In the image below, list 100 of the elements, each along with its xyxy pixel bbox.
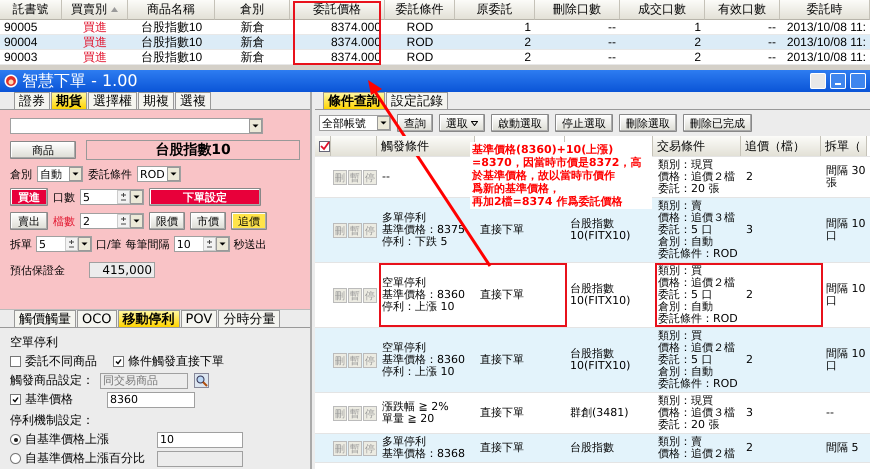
- column-header[interactable]: 交易條件: [653, 136, 741, 156]
- trigger-condition-text: 漲跌幅 ≧ 2% 單量 ≧ 20: [382, 401, 450, 425]
- tab[interactable]: 證券: [14, 92, 50, 109]
- minimize-icon[interactable]: [830, 73, 846, 89]
- checkbox-label: 委託不同商品: [25, 353, 97, 370]
- column-header[interactable]: 刪除口數: [535, 0, 620, 20]
- column-header[interactable]: 成交口數: [620, 0, 705, 20]
- select-all-checkbox[interactable]: [319, 140, 330, 152]
- order-method-text: 直接下單: [480, 407, 525, 419]
- table-cell: 新倉: [215, 50, 290, 65]
- caret-icon: [471, 120, 478, 126]
- option-value-field[interactable]: 10: [157, 432, 243, 448]
- checkbox[interactable]: [10, 356, 21, 367]
- margin-field: 415,000: [89, 262, 155, 278]
- annotation-text: 基準價格(8360)+10(上漲): [472, 143, 614, 156]
- table-cell: 1: [620, 20, 705, 35]
- field-label: 口數: [53, 190, 75, 204]
- annotation-text: 再加2檔=8374 作爲委託價格: [472, 195, 624, 208]
- radio-label: 自基準價格上漲: [25, 431, 110, 448]
- table-cell: 台股指數10: [128, 20, 215, 35]
- toolbar-button[interactable]: 查詢: [397, 114, 433, 132]
- ticks-field[interactable]: 2: [80, 213, 144, 229]
- order-method-text: 直接下單: [480, 289, 525, 301]
- column-header[interactable]: 追價（檔）: [741, 136, 821, 156]
- trigger-product-field[interactable]: 同交易商品: [100, 372, 188, 388]
- maximize-icon[interactable]: [850, 73, 866, 89]
- radio-button[interactable]: [10, 453, 21, 464]
- tab[interactable]: 期貨: [51, 92, 87, 109]
- checkbox[interactable]: [10, 394, 21, 405]
- price-type-button[interactable]: 限價: [149, 212, 185, 230]
- column-header[interactable]: 倉別: [215, 0, 290, 20]
- split-text: 間隔 30 張: [826, 165, 866, 189]
- quantity-field[interactable]: 5: [80, 189, 144, 205]
- split-field[interactable]: 5: [36, 236, 92, 252]
- price-type-button[interactable]: 追價: [231, 212, 267, 230]
- interval-field[interactable]: 10: [174, 236, 230, 252]
- spinner-icon[interactable]: [202, 237, 216, 251]
- table-cell: 2013/10/08 11:: [780, 35, 870, 50]
- tab[interactable]: 移動停利: [118, 310, 180, 327]
- column-header[interactable]: 託書號: [0, 0, 62, 20]
- spinner-icon[interactable]: [117, 214, 130, 228]
- tab[interactable]: OCO: [77, 310, 117, 327]
- toolbar-button[interactable]: 刪除已完成: [683, 114, 752, 132]
- toolbar-button[interactable]: 停止選取: [555, 114, 613, 132]
- trigger-condition-text: 空單停利 基準價格：8360 停利：上漲 10: [382, 277, 466, 313]
- section-title: 空單停利: [10, 334, 59, 351]
- column-header[interactable]: 買賣別: [62, 0, 128, 20]
- tab[interactable]: 設定記錄: [386, 92, 448, 109]
- column-header[interactable]: 拆單（: [821, 136, 867, 156]
- position-dropdown[interactable]: 自動: [37, 166, 83, 182]
- split-text: --: [826, 407, 835, 419]
- toolbar-button[interactable]: 選取: [439, 114, 485, 132]
- order-method-text: 直接下單: [480, 442, 525, 454]
- account-filter-dropdown[interactable]: 全部帳號: [319, 115, 391, 131]
- window-title: 智慧下單 - 1.00: [22, 70, 138, 92]
- checkbox[interactable]: [113, 356, 124, 367]
- order-method-text: 直接下單: [480, 354, 525, 366]
- search-icon[interactable]: [194, 373, 209, 388]
- tab[interactable]: 觸價觸量: [14, 310, 76, 327]
- option-value-field[interactable]: [157, 450, 243, 466]
- table-cell: ROD: [385, 20, 455, 35]
- tab[interactable]: 選擇權: [88, 92, 137, 109]
- chase-ticks-text: 2: [746, 289, 754, 301]
- tab[interactable]: 期複: [138, 92, 174, 109]
- table-cell: 2: [455, 50, 535, 65]
- trade-condition-text: 類別：買 價格：追價２檔 委託：5 口 倉別：自動 委託條件：ROD: [658, 265, 739, 325]
- product-button[interactable]: 商品: [10, 141, 76, 159]
- column-header[interactable]: 原委託: [455, 0, 535, 20]
- table-cell: 90004: [0, 35, 62, 50]
- spinner-icon[interactable]: [117, 190, 130, 204]
- spinner-icon[interactable]: [65, 237, 78, 251]
- order-settings-button[interactable]: 下單設定: [149, 188, 261, 206]
- tab[interactable]: 選複: [175, 92, 211, 109]
- trigger-condition-text: 多單停利 基準價格：8375 停利：下跌 5: [382, 212, 466, 248]
- column-header[interactable]: 有效口數: [705, 0, 780, 20]
- chase-ticks-text: 3: [746, 407, 754, 419]
- checkbox-label: 條件觸發直接下單: [128, 353, 224, 370]
- table-cell: 新倉: [215, 20, 290, 35]
- tab[interactable]: POV: [180, 310, 218, 327]
- trade-condition-text: 類別：賣 價格：追價３檔 委託：5 口 倉別：自動 委託條件：ROD: [658, 200, 739, 260]
- table-cell: 台股指數10: [128, 50, 215, 65]
- table-cell: 2: [455, 35, 535, 50]
- side-button[interactable]: 賣出: [10, 212, 48, 230]
- column-header[interactable]: [315, 136, 331, 156]
- toolbar-button[interactable]: 啟動選取: [491, 114, 549, 132]
- condition-dropdown[interactable]: ROD: [137, 166, 181, 182]
- chase-ticks-text: 2: [746, 171, 754, 183]
- table-cell: ROD: [385, 35, 455, 50]
- tab[interactable]: 分時分量: [218, 310, 280, 327]
- toolbar-button[interactable]: 刪除選取: [619, 114, 677, 132]
- product-text: 台股指數 10(FITX10): [570, 283, 632, 307]
- product-text: 台股指數 10(FITX10): [570, 218, 632, 242]
- column-header[interactable]: 委託條件: [385, 0, 455, 20]
- price-type-button[interactable]: 市價: [190, 212, 226, 230]
- column-header[interactable]: 商品名稱: [128, 0, 215, 20]
- radio-button[interactable]: [10, 434, 21, 445]
- side-button[interactable]: 買進: [10, 188, 48, 206]
- order-method-text: 直接下單: [480, 224, 525, 236]
- base-price-field[interactable]: 8360: [107, 392, 195, 408]
- column-header[interactable]: 委託時: [780, 0, 870, 20]
